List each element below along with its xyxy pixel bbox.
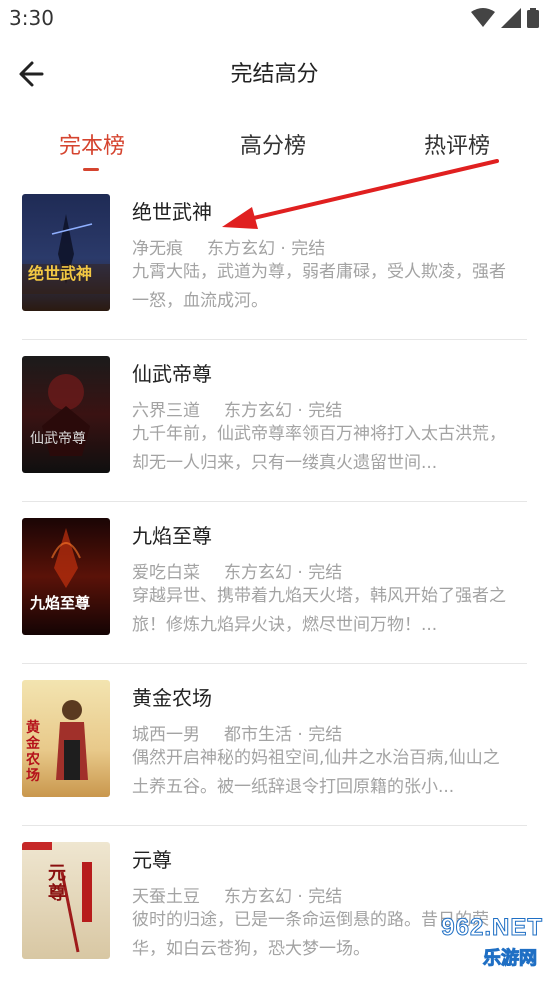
status-bar: 3:30 bbox=[0, 0, 549, 38]
book-cover: 绝世武神 bbox=[22, 194, 110, 311]
tab-repingbang[interactable]: 热评榜 bbox=[417, 128, 497, 160]
book-meta: 城西一男 都市生活 · 完结 bbox=[132, 720, 342, 745]
watermark-bottom: 乐游网 bbox=[483, 948, 538, 970]
book-author: 爱吃白菜 bbox=[132, 563, 200, 583]
tab-bar: 完本榜 高分榜 热评榜 bbox=[0, 118, 549, 178]
book-genre: 都市生活 · 完结 bbox=[224, 725, 343, 745]
book-cover: 黄金农场 bbox=[22, 680, 110, 797]
book-title: 九焰至尊 bbox=[132, 524, 212, 548]
cover-title: 绝世武神 bbox=[28, 264, 93, 283]
status-icons bbox=[471, 8, 539, 28]
book-title: 元尊 bbox=[132, 848, 172, 872]
book-meta: 天蚕土豆 东方玄幻 · 完结 bbox=[132, 882, 342, 907]
book-cover: 仙武帝尊 bbox=[22, 356, 110, 473]
book-cover: 元尊 bbox=[22, 842, 110, 959]
page-title: 完结高分 bbox=[230, 62, 319, 87]
book-author: 天蚕土豆 bbox=[132, 887, 200, 907]
book-cover: 九焰至尊 bbox=[22, 518, 110, 635]
cover-title: 元尊 bbox=[48, 863, 66, 904]
book-item[interactable]: 黄金农场 黄金农场 城西一男 都市生活 · 完结 偶然开启神秘的妈祖空间,仙井之水… bbox=[0, 664, 549, 826]
tab-wanbenbang[interactable]: 完本榜 bbox=[52, 128, 132, 160]
book-title: 仙武帝尊 bbox=[132, 362, 212, 386]
watermark: 962.NET 乐游网 bbox=[408, 914, 543, 970]
tab-gaofenbang[interactable]: 高分榜 bbox=[233, 128, 313, 160]
book-genre: 东方玄幻 · 完结 bbox=[207, 239, 326, 259]
book-genre: 东方玄幻 · 完结 bbox=[224, 563, 343, 583]
status-time: 3:30 bbox=[9, 6, 54, 30]
book-item[interactable]: 九焰至尊 九焰至尊 爱吃白菜 东方玄幻 · 完结 穿越异世、携带着九焰天火塔，韩风… bbox=[0, 502, 549, 664]
signal-icon bbox=[501, 8, 521, 28]
book-meta: 爱吃白菜 东方玄幻 · 完结 bbox=[132, 558, 342, 583]
wifi-icon bbox=[471, 8, 495, 27]
cover-title: 黄金农场 bbox=[26, 720, 40, 784]
watermark-top: 962.NET bbox=[441, 914, 543, 942]
book-author: 净无痕 bbox=[132, 239, 183, 259]
cover-title: 九焰至尊 bbox=[30, 594, 91, 612]
book-description: 九霄大陆，武道为尊，弱者庸碌，受人欺凌，强者一怒，血流成河。 bbox=[132, 262, 506, 311]
book-genre: 东方玄幻 · 完结 bbox=[224, 401, 343, 421]
book-description: 九千年前，仙武帝尊率领百万神将打入太古洪荒，却无一人归来，只有一缕真火遗留世间.… bbox=[132, 424, 506, 473]
book-title: 绝世武神 bbox=[132, 200, 212, 224]
active-tab-indicator bbox=[83, 168, 99, 171]
book-meta: 净无痕 东方玄幻 · 完结 bbox=[132, 234, 325, 259]
book-author: 六界三道 bbox=[132, 401, 200, 421]
book-description: 穿越异世、携带着九焰天火塔，韩风开始了强者之旅！修炼九焰异火诀，燃尽世间万物！.… bbox=[132, 586, 506, 635]
book-item[interactable]: 绝世武神 绝世武神 净无痕 东方玄幻 · 完结 九霄大陆，武道为尊，弱者庸碌，受人… bbox=[0, 178, 549, 340]
book-title: 黄金农场 bbox=[132, 686, 212, 710]
book-author: 城西一男 bbox=[132, 725, 200, 745]
app-bar: 完结高分 bbox=[0, 38, 549, 108]
battery-icon bbox=[527, 8, 539, 28]
book-meta: 六界三道 东方玄幻 · 完结 bbox=[132, 396, 342, 421]
book-description: 偶然开启神秘的妈祖空间,仙井之水治百病,仙山之土养五谷。被一纸辞退令打回原籍的张… bbox=[132, 748, 500, 797]
cover-title: 仙武帝尊 bbox=[30, 431, 86, 447]
book-item[interactable]: 仙武帝尊 仙武帝尊 六界三道 东方玄幻 · 完结 九千年前，仙武帝尊率领百万神将打… bbox=[0, 340, 549, 502]
book-genre: 东方玄幻 · 完结 bbox=[224, 887, 343, 907]
